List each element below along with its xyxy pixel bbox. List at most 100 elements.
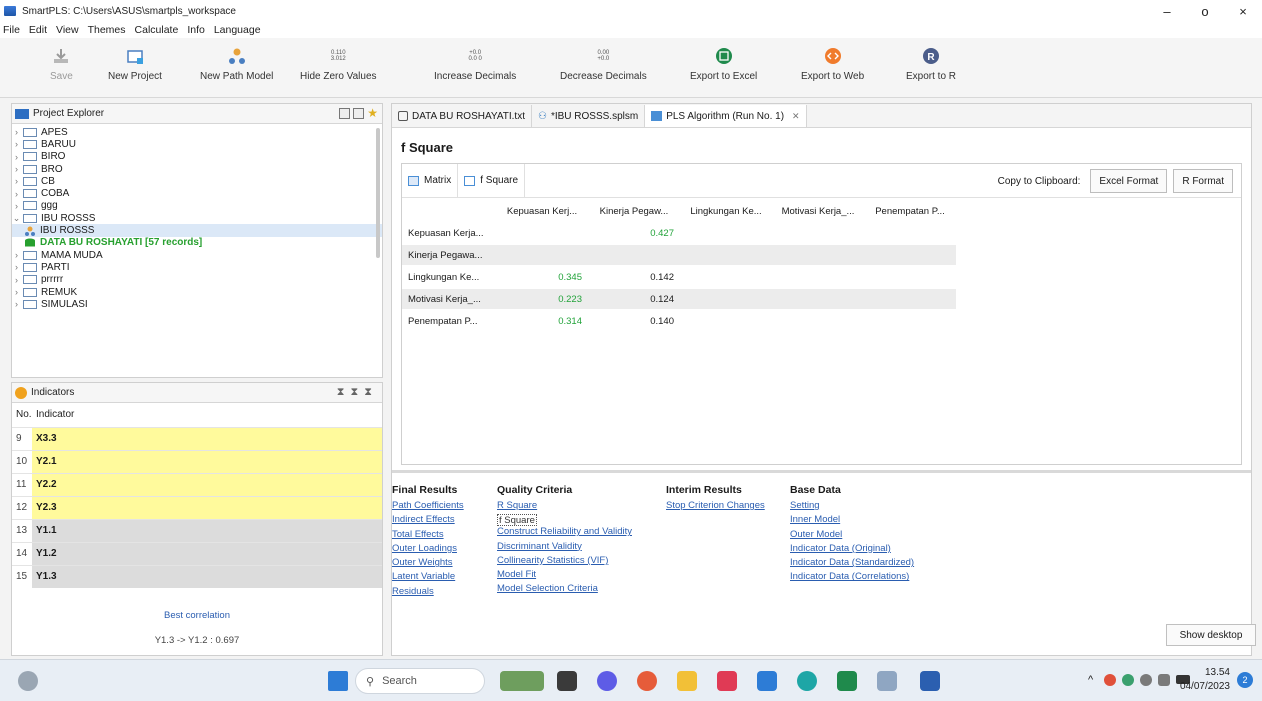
menu-info[interactable]: Info [187, 24, 205, 36]
menu-language[interactable]: Language [214, 24, 261, 36]
scrollbar[interactable] [376, 128, 380, 258]
table-row[interactable]: 14 Y1.2 [12, 541, 382, 565]
result-link[interactable]: Indicator Data (Standardized) [790, 557, 914, 571]
matrix-cell[interactable]: 0.314 [496, 311, 588, 331]
matrix-cell[interactable] [864, 289, 956, 309]
matrix-cell[interactable] [772, 267, 864, 287]
decrease-decimals-button[interactable]: 0.00 +0.0 Decrease Decimals [560, 46, 647, 82]
tree-item[interactable]: › SIMULASI [12, 298, 382, 310]
clock[interactable]: 13.54 04/07/2023 [1180, 666, 1230, 694]
matrix-cell[interactable] [864, 223, 956, 243]
menu-edit[interactable]: Edit [29, 24, 47, 36]
filter-icon[interactable]: ⧗ [351, 386, 359, 399]
excel-taskbar-icon[interactable] [837, 671, 857, 691]
chat-icon[interactable] [597, 671, 617, 691]
table-row[interactable]: 13 Y1.1 [12, 518, 382, 542]
tray-app-icon[interactable] [1122, 674, 1134, 686]
chevron-down-icon[interactable]: ⌄ [12, 213, 21, 224]
widgets-icon[interactable] [18, 671, 38, 691]
word-taskbar-icon[interactable] [920, 671, 940, 691]
save-button[interactable]: Save [50, 46, 73, 82]
chevron-right-icon[interactable]: › [12, 262, 21, 272]
close-tab-icon[interactable]: ✕ [792, 111, 800, 122]
task-view-icon[interactable] [557, 671, 577, 691]
tree-item[interactable]: › APES [12, 126, 382, 138]
maximize-pane-icon[interactable] [353, 108, 365, 119]
tree-item[interactable]: › BARUU [12, 138, 382, 150]
chrome-icon[interactable] [637, 671, 657, 691]
matrix-cell[interactable] [772, 223, 864, 243]
result-link[interactable]: Residuals [392, 586, 464, 600]
tray-chevron-icon[interactable]: ^ [1088, 674, 1093, 686]
minimize-pane-icon[interactable] [339, 108, 351, 119]
export-r-button[interactable]: R Export to R [906, 46, 956, 82]
matrix-cell[interactable] [680, 223, 772, 243]
export-excel-button[interactable]: Export to Excel [690, 46, 757, 82]
search-highlight-icon[interactable] [500, 671, 544, 691]
result-link[interactable]: Model Fit [497, 569, 632, 583]
column-header-no[interactable]: No. [12, 403, 32, 427]
notification-badge[interactable]: 2 [1237, 672, 1253, 688]
menu-view[interactable]: View [56, 24, 79, 36]
matrix-cell[interactable] [864, 245, 956, 265]
result-link[interactable]: Collinearity Statistics (VIF) [497, 555, 632, 569]
result-link[interactable]: Inner Model [790, 514, 914, 528]
matrix-cell[interactable] [680, 311, 772, 331]
tree-item[interactable]: › MAMA MUDA [12, 249, 382, 261]
result-link[interactable]: Indicator Data (Correlations) [790, 571, 914, 585]
matrix-cell[interactable]: 0.345 [496, 267, 588, 287]
tree-item-data[interactable]: DATA BU ROSHAYATI [57 records] [12, 237, 382, 249]
taskbar-search-input[interactable]: ⚲ Search [355, 668, 485, 694]
minimize-button[interactable]: – [1148, 0, 1186, 22]
result-link[interactable]: Outer Weights [392, 557, 464, 571]
chevron-right-icon[interactable]: › [12, 189, 21, 199]
result-link[interactable]: Indirect Effects [392, 514, 464, 528]
column-header[interactable]: Kepuasan Kerj... [496, 201, 588, 221]
tree-item[interactable]: › COBA [12, 187, 382, 199]
result-link[interactable]: Stop Criterion Changes [666, 500, 765, 514]
matrix-cell[interactable] [864, 267, 956, 287]
chevron-right-icon[interactable]: › [12, 127, 21, 137]
result-link[interactable]: Path Coefficients [392, 500, 464, 514]
matrix-cell[interactable] [680, 267, 772, 287]
result-link[interactable]: Discriminant Validity [497, 541, 632, 555]
result-link[interactable]: Outer Model [790, 529, 914, 543]
splitter[interactable] [392, 470, 1251, 473]
filter-icon[interactable]: ⧗ [337, 386, 345, 399]
tree-item-model[interactable]: IBU ROSSS [12, 224, 382, 237]
result-link[interactable]: Latent Variable [392, 571, 464, 585]
network-icon[interactable] [1140, 674, 1152, 686]
subtab-f-square[interactable]: f Square [458, 163, 526, 198]
r-format-button[interactable]: R Format [1173, 169, 1233, 193]
excel-format-button[interactable]: Excel Format [1090, 169, 1168, 193]
matrix-cell[interactable]: 0.223 [496, 289, 588, 309]
result-link[interactable]: Setting [790, 500, 914, 514]
chevron-right-icon[interactable]: › [12, 164, 21, 174]
smartpls-taskbar-icon[interactable] [877, 671, 897, 691]
matrix-cell[interactable] [588, 245, 680, 265]
column-header[interactable]: Kinerja Pegaw... [588, 201, 680, 221]
close-button[interactable]: × [1224, 0, 1262, 22]
tab-path-model[interactable]: ⚇ *IBU ROSSS.splsm [532, 105, 646, 127]
edge-icon[interactable] [797, 671, 817, 691]
new-path-model-button[interactable]: New Path Model [200, 46, 273, 82]
maximize-button[interactable]: o [1186, 0, 1224, 22]
table-row[interactable]: 10 Y2.1 [12, 449, 382, 473]
file-explorer-icon[interactable] [677, 671, 697, 691]
volume-icon[interactable] [1158, 674, 1170, 686]
chevron-right-icon[interactable]: › [12, 176, 21, 186]
tab-pls-algorithm[interactable]: PLS Algorithm (Run No. 1) ✕ [645, 105, 807, 127]
table-row[interactable]: 11 Y2.2 [12, 472, 382, 496]
tree-item[interactable]: › REMUK [12, 286, 382, 298]
table-row[interactable]: 12 Y2.3 [12, 495, 382, 519]
increase-decimals-button[interactable]: +0.0 0.0 0 Increase Decimals [434, 46, 516, 82]
menu-file[interactable]: File [3, 24, 20, 36]
matrix-cell[interactable] [772, 289, 864, 309]
new-project-button[interactable]: New Project [108, 46, 162, 82]
matrix-cell[interactable]: 0.427 [588, 223, 680, 243]
column-header[interactable]: Motivasi Kerja_... [772, 201, 864, 221]
tree-item[interactable]: › PARTI [12, 261, 382, 273]
chevron-right-icon[interactable]: › [12, 201, 21, 211]
star-icon[interactable]: ★ [367, 107, 378, 119]
start-icon[interactable] [328, 671, 348, 691]
